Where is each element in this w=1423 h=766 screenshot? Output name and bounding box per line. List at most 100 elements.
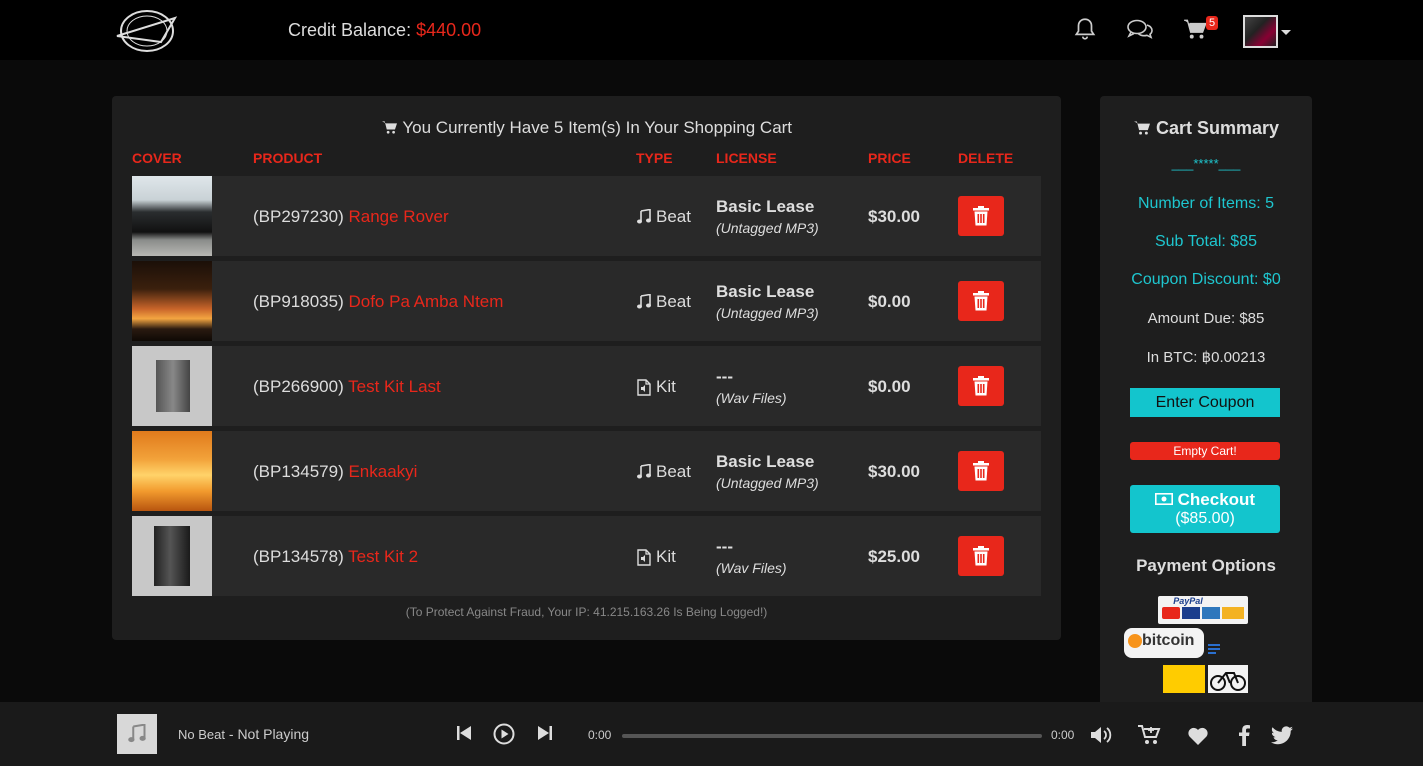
cover-image[interactable] [132,346,212,426]
cover-image[interactable] [132,176,212,256]
add-to-cart-icon[interactable] [1137,724,1161,751]
col-header-cover: COVER [132,150,182,166]
twitter-icon[interactable] [1270,726,1294,751]
credit-balance: Credit Balance: $440.00 [288,20,481,41]
cover-image[interactable] [132,431,212,511]
type-cell: Beat [636,462,691,482]
table-row: (BP918035) Dofo Pa Amba Ntem Beat Basic … [132,261,1041,341]
price-cell: $25.00 [868,547,920,566]
top-bar: Credit Balance: $440.00 5 [0,0,1423,60]
cover-image[interactable] [132,261,212,341]
checkout-label: Checkout [1177,490,1256,509]
product-cell: (BP266900) Test Kit Last [253,377,441,397]
cart-icon [1133,121,1150,135]
delete-button[interactable] [958,281,1004,321]
now-playing-beat: No Beat [178,727,225,742]
checkout-button[interactable]: Checkout ($85.00) [1130,485,1280,533]
user-avatar[interactable] [1243,15,1278,48]
music-note-icon [128,724,146,743]
site-logo[interactable] [115,6,181,54]
play-button-icon[interactable] [493,723,515,750]
music-note-icon [637,294,651,309]
type-cell: Beat [636,292,691,312]
sub-total: Sub Total: $85 [1154,233,1257,250]
cart-icon[interactable]: 5 [1182,16,1219,44]
product-cell: (BP297230) Range Rover [253,207,449,227]
delete-button[interactable] [958,451,1004,491]
col-header-product: PRODUCT [253,150,323,166]
product-link[interactable]: Test Kit Last [348,377,441,396]
delete-button[interactable] [958,536,1004,576]
now-playing-separator: - [224,726,238,742]
money-icon [1154,493,1173,505]
now-playing-status: Not Playing [237,726,310,742]
trash-icon [973,546,989,566]
cart-title: You Currently Have 5 Item(s) In Your Sho… [112,118,1061,138]
delete-button[interactable] [958,366,1004,406]
type-label: Kit [656,377,676,396]
empty-cart-button[interactable]: Empty Cart! [1130,442,1280,460]
table-row: (BP134579) Enkaakyi Beat Basic Lease (Un… [132,431,1041,511]
product-code: (BP134578) [253,547,344,566]
heart-icon[interactable] [1187,726,1209,751]
audio-file-icon [637,548,651,566]
product-link[interactable]: Dofo Pa Amba Ntem [348,292,503,311]
type-label: Beat [656,292,691,311]
cart-summary-panel: Cart Summary ___*****___ Number of Items… [1100,96,1312,716]
license-cell: Basic Lease (Untagged MP3) [716,197,819,236]
btc-amount: In BTC: ฿0.00213 [1146,349,1266,366]
summary-title: Cart Summary [1100,118,1312,139]
cart-title-text: You Currently Have 5 Item(s) In Your Sho… [402,118,793,137]
audio-file-icon [637,378,651,396]
cart-icon [381,121,397,134]
chevron-down-icon[interactable] [1281,30,1291,35]
product-cell: (BP134578) Test Kit 2 [253,547,418,567]
col-header-price: PRICE [868,150,911,166]
price-cell: $0.00 [868,292,911,311]
trash-icon [973,206,989,226]
col-header-license: LICENSE [716,150,777,166]
cart-panel: You Currently Have 5 Item(s) In Your Sho… [112,96,1061,640]
next-track-icon[interactable] [537,724,553,747]
payment-options-title: Payment Options [1136,556,1276,575]
table-row: (BP134578) Test Kit 2 Kit --- (Wav Files… [132,516,1041,596]
paystack-logo [1208,644,1220,657]
previous-track-icon[interactable] [456,724,472,747]
delete-button[interactable] [958,196,1004,236]
now-playing-text: No Beat - Not Playing [178,726,309,742]
cover-image[interactable] [132,516,212,596]
chat-icon[interactable] [1126,16,1154,44]
license-format: (Wav Files) [716,560,787,576]
license-cell: --- (Wav Files) [716,537,787,576]
trash-icon [973,291,989,311]
type-cell: Beat [636,207,691,227]
bitcoin-logo: bitcoin [1124,628,1204,658]
license-name: --- [716,537,733,556]
product-link[interactable]: Test Kit 2 [348,547,418,566]
table-row: (BP266900) Test Kit Last Kit --- (Wav Fi… [132,346,1041,426]
license-format: (Untagged MP3) [716,305,819,321]
product-cell: (BP918035) Dofo Pa Amba Ntem [253,292,503,312]
mtn-mobile-money-logo [1163,665,1205,693]
bell-icon[interactable] [1072,16,1100,44]
table-row: (BP297230) Range Rover Beat Basic Lease … [132,176,1041,256]
license-name: --- [716,367,733,386]
progress-track[interactable] [622,734,1042,738]
time-total: 0:00 [1051,728,1075,742]
price-cell: $0.00 [868,377,911,396]
facebook-icon[interactable] [1237,724,1251,751]
product-link[interactable]: Range Rover [348,207,448,226]
credit-label: Credit Balance: [288,20,412,40]
product-code: (BP918035) [253,292,344,311]
price-cell: $30.00 [868,462,920,481]
product-link[interactable]: Enkaakyi [348,462,417,481]
license-name: Basic Lease [716,197,815,216]
volume-icon[interactable] [1090,725,1112,750]
fraud-notice: (To Protect Against Fraud, Your IP: 41.2… [405,605,768,619]
summary-divider: ___*****___ [1171,156,1241,171]
bicycle-logo [1208,665,1248,693]
license-format: (Untagged MP3) [716,475,819,491]
coupon-discount: Coupon Discount: $0 [1131,271,1281,288]
trash-icon [973,376,989,396]
enter-coupon-button[interactable]: Enter Coupon [1130,388,1280,417]
